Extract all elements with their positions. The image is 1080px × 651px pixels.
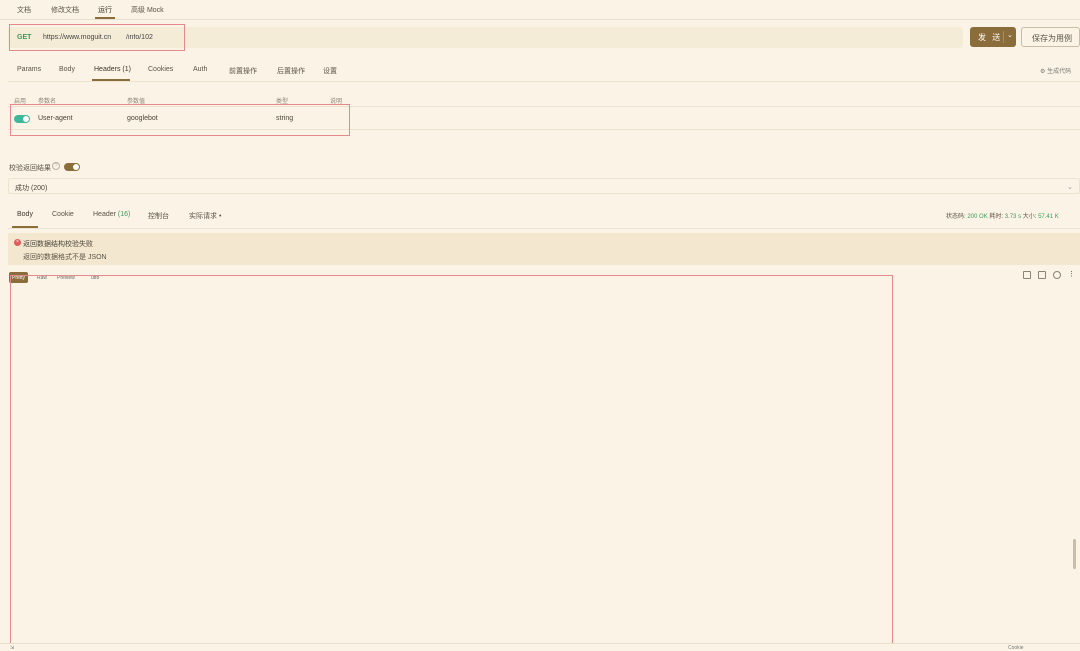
tab-params[interactable]: Params [17, 66, 41, 73]
nav-docs[interactable]: 文档 [17, 5, 31, 15]
generate-code-label: 生成代码 [1047, 69, 1072, 75]
tab-actual-request[interactable]: 实际请求 • [189, 211, 221, 221]
scrollbar-thumb[interactable] [1073, 539, 1076, 569]
tab-post-ops[interactable]: 后置操作 [277, 66, 305, 76]
highlight-response [10, 275, 893, 644]
divider [8, 228, 1080, 229]
validate-label: 校验返回结果 [9, 165, 51, 172]
validate-toggle[interactable] [64, 163, 80, 171]
size-label: 大小: [1022, 214, 1037, 220]
bottom-bar: ⇲ Cookie [0, 643, 1080, 651]
tab-cookies[interactable]: Cookies [148, 66, 173, 73]
copy-icon[interactable] [1038, 271, 1046, 279]
time-value: 3.73 s [1004, 214, 1022, 220]
highlight-header-row [10, 104, 350, 136]
time-label: 耗时: [989, 214, 1004, 220]
search-icon[interactable] [1053, 271, 1061, 279]
warning-detail: 返回的数据格式不是 JSON [23, 254, 107, 261]
validate-select-value: 成功 (200) [15, 185, 48, 192]
info-icon: ? [52, 162, 60, 170]
tab-response-header[interactable]: Header (16) [93, 211, 130, 218]
tab-actual-label: 实际请求 [189, 213, 217, 220]
tab-response-cookie[interactable]: Cookie [52, 211, 74, 218]
vertical-scrollbar[interactable] [1073, 284, 1077, 639]
more-icon[interactable]: ⋮ [1068, 271, 1076, 279]
nav-run[interactable]: 运行 [98, 5, 112, 15]
header-count: (16) [117, 211, 131, 218]
tab-settings[interactable]: 设置 [323, 66, 337, 76]
save-as-case-button[interactable]: 保存为用例 [1021, 27, 1080, 47]
divider [8, 81, 1080, 82]
tab-body[interactable]: Body [59, 66, 75, 73]
tab-auth[interactable]: Auth [193, 66, 207, 73]
tab-header-label: Header [93, 211, 116, 218]
status-code: 200 OK [967, 214, 988, 220]
chevron-down-icon: ⌄ [1067, 184, 1073, 191]
download-icon[interactable] [1023, 271, 1031, 279]
validation-warning: × 返回数据结构校验失败 返回的数据格式不是 JSON [8, 233, 1080, 265]
send-button[interactable]: 发 送 ⌄ [970, 27, 1016, 47]
status-label: 状态码: [946, 214, 966, 220]
size-value: 57.41 K [1038, 214, 1059, 220]
error-icon: × [14, 239, 21, 246]
nav-active-indicator [95, 17, 115, 19]
send-label: 发 送 [978, 33, 1003, 42]
tab-headers[interactable]: Headers (1) [94, 66, 131, 73]
generate-code-link[interactable]: ⚙ 生成代码 [1040, 66, 1071, 75]
tab-pre-ops[interactable]: 前置操作 [229, 66, 257, 76]
save-label: 保存为用例 [1032, 34, 1072, 43]
top-nav: 文档 修改文档 运行 高级 Mock [0, 0, 1080, 20]
response-status: 状态码: 200 OK 耗时: 3.73 s 大小: 57.41 K [946, 211, 1059, 220]
warning-title: 返回数据结构校验失败 [23, 241, 93, 248]
collapse-icon[interactable]: ⇲ [10, 645, 14, 651]
gear-icon: ⚙ [1040, 69, 1046, 75]
tab-response-body[interactable]: Body [17, 211, 33, 218]
dot-icon: • [217, 213, 222, 220]
tab-console[interactable]: 控制台 [148, 211, 169, 221]
highlight-url [9, 24, 185, 51]
chevron-down-icon[interactable]: ⌄ [1007, 31, 1013, 39]
bottom-cookie-label[interactable]: Cookie [1008, 645, 1024, 651]
send-divider [1003, 31, 1004, 43]
nav-edit-docs[interactable]: 修改文档 [51, 5, 79, 15]
validate-select[interactable]: 成功 (200) ⌄ [8, 178, 1080, 194]
nav-mock[interactable]: 高级 Mock [131, 5, 164, 15]
